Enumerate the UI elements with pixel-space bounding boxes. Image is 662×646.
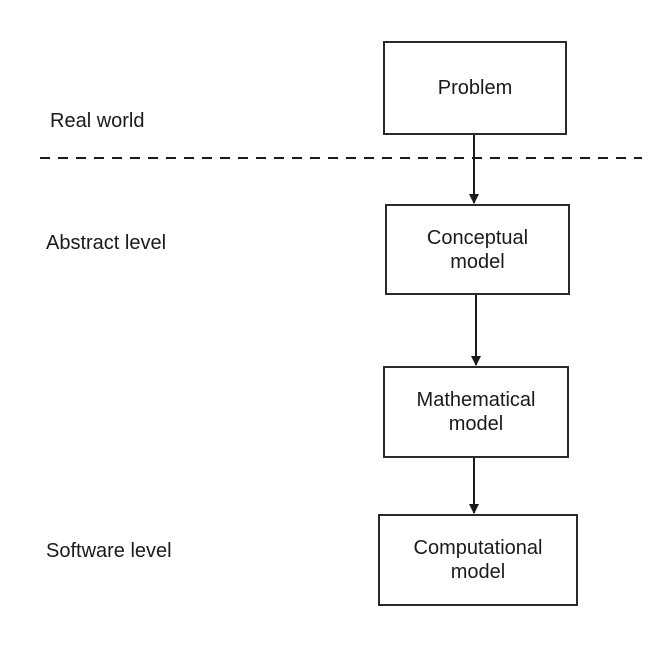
box-problem-text: Problem bbox=[437, 77, 513, 99]
level-label-software: Software level bbox=[46, 540, 172, 562]
box-conceptual-line1: Conceptual bbox=[426, 226, 529, 249]
diagram: Real world Abstract level Software level… bbox=[0, 0, 662, 646]
level-label-real-world: Real world bbox=[50, 110, 145, 132]
box-computational-line1: Computational bbox=[413, 537, 543, 559]
box-problem: Problem bbox=[383, 41, 567, 135]
box-mathematical-line1: Mathematical bbox=[416, 389, 536, 411]
box-computational-line2: model bbox=[450, 561, 506, 583]
box-mathematical-line2: model bbox=[448, 413, 504, 435]
level-label-abstract: Abstract level bbox=[46, 232, 167, 254]
box-conceptual-line2: model bbox=[450, 250, 505, 273]
box-mathematical-model: Mathematical model bbox=[383, 366, 569, 458]
box-computational-model: Computational model bbox=[378, 514, 578, 606]
box-conceptual-model: Conceptual model bbox=[385, 204, 570, 295]
